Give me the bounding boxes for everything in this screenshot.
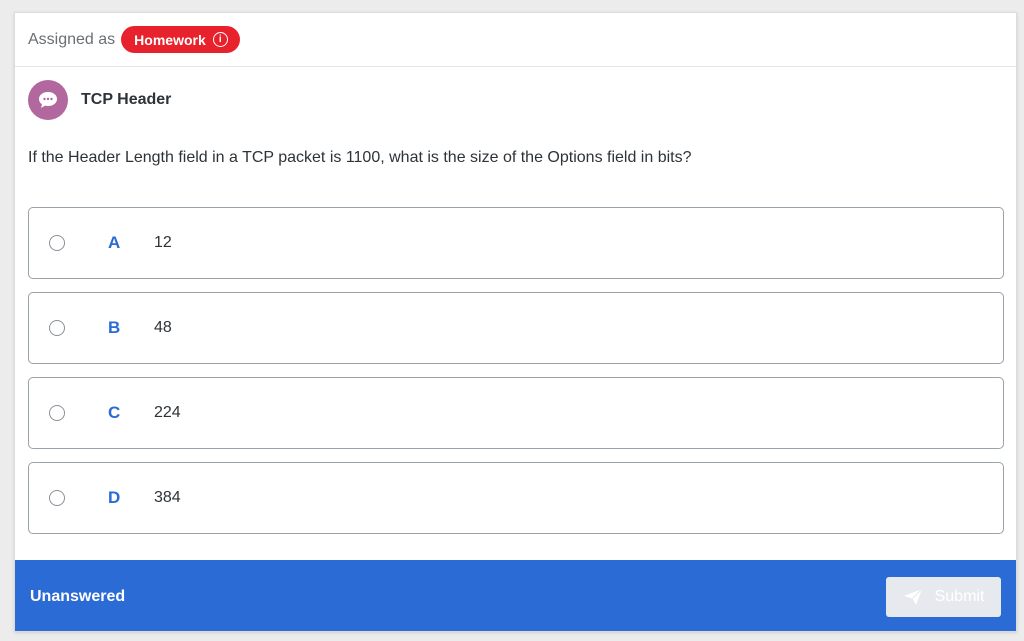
footer-bar: Unanswered Submit (15, 560, 1016, 631)
option-d[interactable]: D 384 (28, 462, 1004, 534)
info-icon[interactable]: i (212, 32, 228, 47)
submit-button[interactable]: Submit (886, 576, 1001, 617)
chat-bubble-icon (28, 80, 68, 120)
option-a[interactable]: A 12 (28, 207, 1004, 279)
homework-badge[interactable]: Homework i (121, 26, 240, 53)
question-header: TCP Header (15, 67, 1016, 133)
homework-badge-label: Homework (134, 31, 206, 48)
answer-options: A 12 B 48 C 224 D 384 (28, 207, 1004, 547)
question-title: TCP Header (81, 91, 172, 108)
radio-button[interactable] (49, 490, 65, 506)
question-card: Assigned as Homework i TCP Header If the… (14, 12, 1017, 632)
question-text: If the Header Length field in a TCP pack… (28, 149, 692, 166)
paper-plane-icon (903, 588, 923, 606)
option-c[interactable]: C 224 (28, 377, 1004, 449)
answer-status: Unanswered (30, 587, 126, 605)
option-letter: B (108, 318, 121, 337)
radio-button[interactable] (49, 320, 65, 336)
option-value: 48 (154, 319, 172, 336)
option-letter: C (108, 403, 121, 422)
option-value: 224 (154, 404, 181, 421)
submit-label: Submit (934, 587, 985, 605)
option-value: 384 (154, 489, 181, 506)
radio-button[interactable] (49, 235, 65, 251)
assigned-as-label: Assigned as (28, 30, 116, 48)
option-b[interactable]: B 48 (28, 292, 1004, 364)
option-letter: A (108, 233, 121, 252)
option-letter: D (108, 488, 121, 507)
assignment-bar: Assigned as Homework i (15, 13, 1016, 67)
radio-button[interactable] (49, 405, 65, 421)
option-value: 12 (154, 234, 172, 251)
